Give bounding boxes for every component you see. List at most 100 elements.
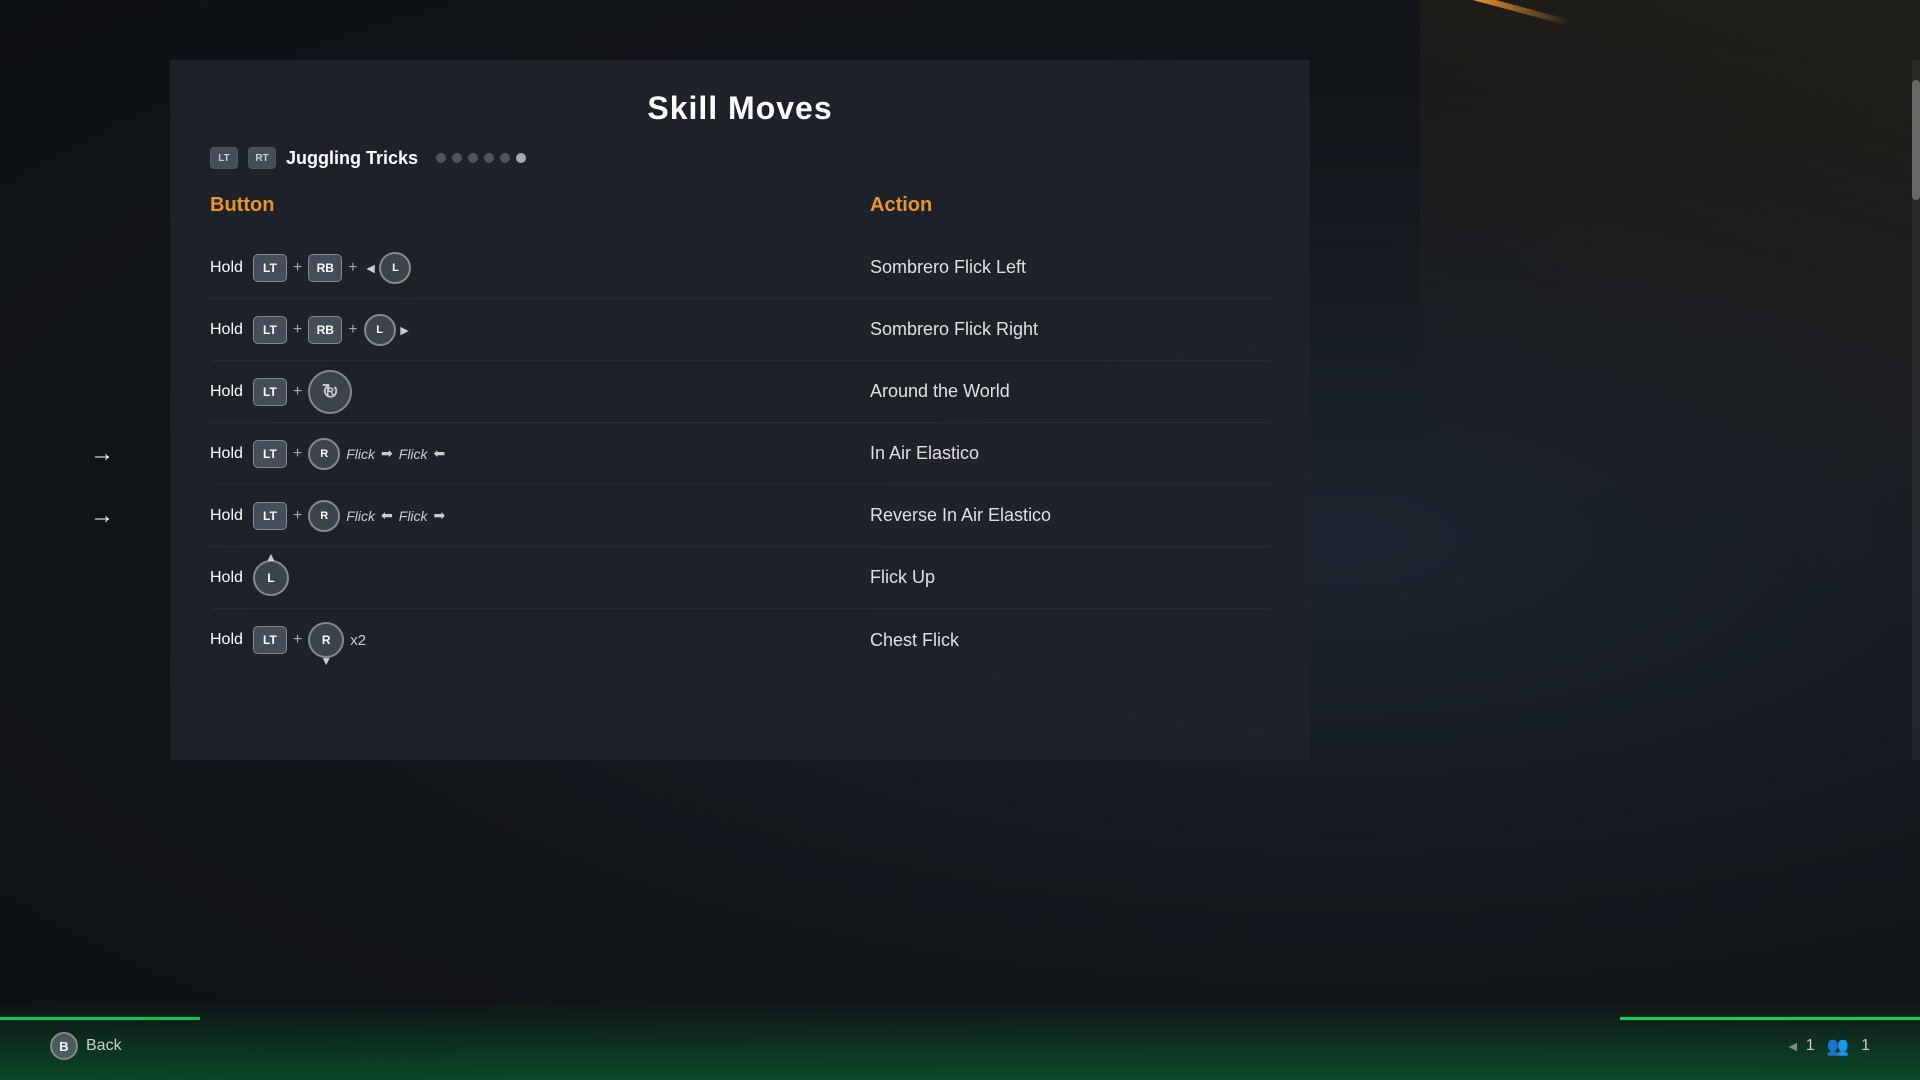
rb-button-2: RB <box>308 316 342 344</box>
action-text-5: Reverse In Air Elastico <box>870 505 1051 526</box>
l-stick-2: L <box>364 314 396 346</box>
hold-text-7: Hold <box>210 631 243 649</box>
flick-arrow-4a: ➡ <box>381 445 393 462</box>
flick-arrow-5a: ⬅ <box>381 507 393 524</box>
scrollbar-track[interactable] <box>1912 60 1920 760</box>
bg-green-line-left <box>0 1017 200 1020</box>
lt-button-3: LT <box>253 378 287 406</box>
action-column-header: Action <box>870 194 1270 217</box>
bg-green-line-right <box>1620 1017 1920 1020</box>
r-stick-down-7: ▼ R <box>308 622 344 658</box>
page-title: Skill Moves <box>210 90 1270 127</box>
btn-sequence-4: Hold LT + R Flick ➡ Flick ⬅ <box>210 438 445 470</box>
move-row-2: Hold LT + RB + L ► <box>210 299 870 361</box>
btn-sequence-6: Hold ▲ L <box>210 560 289 596</box>
btn-sequence-5: Hold LT + R Flick ⬅ Flick ➡ <box>210 500 445 532</box>
bg-corner-right <box>1420 0 1920 1080</box>
tab-dot-4 <box>484 153 494 163</box>
tab-dot-6 <box>516 153 526 163</box>
hold-text-1: Hold <box>210 259 243 277</box>
dir-arrow-left-1: ◄ <box>364 260 378 276</box>
r-stick-5: R <box>308 500 340 532</box>
dir-arrow-right-2: ► <box>398 322 412 338</box>
r-stick-4: R <box>308 438 340 470</box>
action-row-1: Sombrero Flick Left <box>870 237 1270 299</box>
tab-nav: LT RT Juggling Tricks <box>210 147 1270 169</box>
r-label-7: R <box>322 633 331 647</box>
action-row-6: Flick Up <box>870 547 1270 609</box>
hold-text-2: Hold <box>210 321 243 339</box>
action-text-4: In Air Elastico <box>870 443 979 464</box>
right-info: ◄ 1 👥 1 <box>1786 1036 1870 1057</box>
l-label-6: L <box>267 571 274 585</box>
lt-badge[interactable]: LT <box>210 147 238 169</box>
action-row-2: Sombrero Flick Right <box>870 299 1270 361</box>
page-nav: ◄ 1 <box>1786 1037 1815 1055</box>
plus-2b: + <box>348 321 357 339</box>
flick-arrow-4b: ⬅ <box>434 445 446 462</box>
scrollbar-thumb[interactable] <box>1912 80 1920 200</box>
lt-button-4: LT <box>253 440 287 468</box>
page-number: 1 <box>1806 1037 1815 1055</box>
l-stick-1: L <box>379 252 411 284</box>
back-button[interactable]: B Back <box>50 1032 122 1060</box>
flick-text-5b: Flick <box>399 508 428 524</box>
lt-button-2: LT <box>253 316 287 344</box>
plus-7: + <box>293 631 302 649</box>
stick-container-1: ◄ L <box>364 252 412 284</box>
action-row-4: In Air Elastico <box>870 423 1270 485</box>
r-label-3: R <box>326 386 334 398</box>
move-row-5: → Hold LT + R Flick ⬅ Flick ➡ <box>210 485 870 547</box>
action-text-2: Sombrero Flick Right <box>870 319 1038 340</box>
hold-text-6: Hold <box>210 569 243 587</box>
plus-2a: + <box>293 321 302 339</box>
back-label: Back <box>86 1037 122 1055</box>
button-column: Button Hold LT + RB + ◄ L Hold <box>210 194 870 671</box>
btn-sequence-7: Hold LT + ▼ R x2 <box>210 622 366 658</box>
stick-container-2: L ► <box>364 314 412 346</box>
action-text-6: Flick Up <box>870 567 935 588</box>
hold-text-4: Hold <box>210 445 243 463</box>
arrow-indicator-4: → <box>90 440 114 468</box>
tab-dot-5 <box>500 153 510 163</box>
tab-label: Juggling Tricks <box>286 148 418 169</box>
move-row-7: Hold LT + ▼ R x2 <box>210 609 870 671</box>
tab-dots <box>436 153 526 163</box>
flick-text-4b: Flick <box>399 446 428 462</box>
content-columns: Button Hold LT + RB + ◄ L Hold <box>210 194 1270 671</box>
plus-1b: + <box>348 259 357 277</box>
lt-button-1: LT <box>253 254 287 282</box>
btn-sequence-3: Hold LT + ↻ R <box>210 370 352 414</box>
btn-sequence-2: Hold LT + RB + L ► <box>210 314 411 346</box>
move-row-1: Hold LT + RB + ◄ L <box>210 237 870 299</box>
l-stick-up-6: ▲ L <box>253 560 289 596</box>
hold-text-3: Hold <box>210 383 243 401</box>
tab-dot-3 <box>468 153 478 163</box>
b-button-icon: B <box>50 1032 78 1060</box>
x2-label-7: x2 <box>350 632 366 649</box>
btn-sequence-1: Hold LT + RB + ◄ L <box>210 252 411 284</box>
button-column-header: Button <box>210 194 870 217</box>
action-row-7: Chest Flick <box>870 609 1270 671</box>
move-row-3: Hold LT + ↻ R <box>210 361 870 423</box>
lt-button-7: LT <box>253 626 287 654</box>
rb-button-1: RB <box>308 254 342 282</box>
flick-text-4a: Flick <box>346 446 375 462</box>
action-column: Action Sombrero Flick Left Sombrero Flic… <box>870 194 1270 671</box>
tab-dot-2 <box>452 153 462 163</box>
rt-badge[interactable]: RT <box>248 147 276 169</box>
action-text-3: Around the World <box>870 381 1010 402</box>
action-row-5: Reverse In Air Elastico <box>870 485 1270 547</box>
lt-button-5: LT <box>253 502 287 530</box>
rotate-btn-3: ↻ R <box>308 370 352 414</box>
tab-dot-1 <box>436 153 446 163</box>
flick-arrow-5b: ➡ <box>434 507 446 524</box>
action-text-7: Chest Flick <box>870 630 959 651</box>
bottom-bar: B Back ◄ 1 👥 1 <box>50 1032 1870 1060</box>
plus-5: + <box>293 507 302 525</box>
move-row-4: → Hold LT + R Flick ➡ Flick ⬅ <box>210 423 870 485</box>
move-row-6: Hold ▲ L <box>210 547 870 609</box>
users-icon: 👥 <box>1827 1036 1849 1057</box>
page-nav-left-icon: ◄ <box>1786 1038 1800 1054</box>
plus-3: + <box>293 383 302 401</box>
